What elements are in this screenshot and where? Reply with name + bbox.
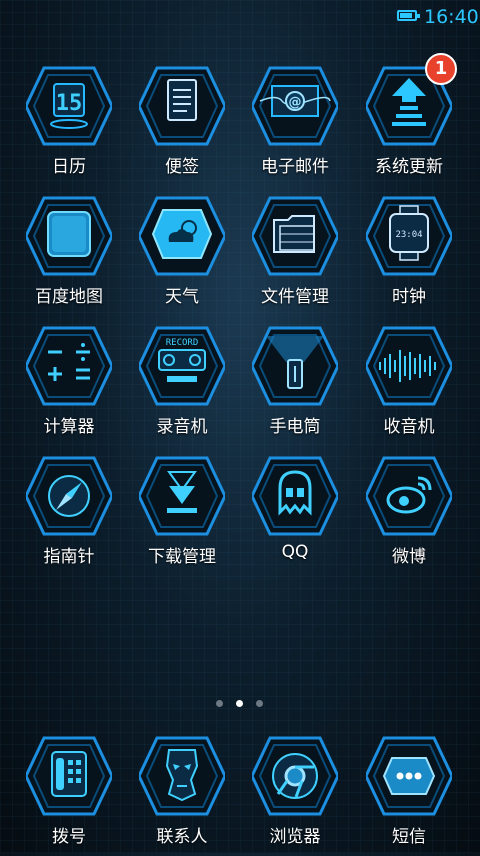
app-system-update[interactable]: 系统更新 bbox=[354, 66, 464, 186]
sms-icon bbox=[366, 736, 452, 816]
app-flashlight[interactable]: 手电筒 bbox=[240, 326, 350, 446]
app-map[interactable]: 百度地图 bbox=[14, 196, 124, 316]
weibo-icon bbox=[366, 456, 452, 536]
app-clock[interactable]: 23:04 时钟 bbox=[354, 196, 464, 316]
page-indicator bbox=[0, 698, 480, 710]
app-label: 文件管理 bbox=[261, 287, 329, 307]
app-qq[interactable]: QQ bbox=[240, 456, 350, 576]
calendar-icon: 15 bbox=[26, 66, 112, 146]
app-label: 日历 bbox=[52, 157, 86, 177]
app-label: 手电筒 bbox=[269, 417, 321, 437]
recorder-icon: RECORD bbox=[139, 326, 225, 406]
contacts-icon bbox=[139, 736, 225, 816]
browser-icon bbox=[252, 736, 338, 816]
app-label: 系统更新 bbox=[375, 157, 443, 177]
status-bar: 16:40 bbox=[0, 0, 480, 34]
flashlight-icon bbox=[252, 326, 338, 406]
app-radio[interactable]: 收音机 bbox=[354, 326, 464, 446]
dock-browser[interactable]: 浏览器 bbox=[240, 736, 350, 856]
svg-text:RECORD: RECORD bbox=[166, 338, 199, 348]
app-calculator[interactable]: 计算器 bbox=[14, 326, 124, 446]
app-weibo[interactable]: 微博 bbox=[354, 456, 464, 576]
app-label: 微博 bbox=[392, 547, 426, 567]
weather-icon bbox=[139, 196, 225, 276]
app-label: 拨号 bbox=[52, 827, 86, 847]
app-download-manager[interactable]: 下载管理 bbox=[127, 456, 237, 576]
app-label: 电子邮件 bbox=[261, 157, 329, 177]
app-weather[interactable]: 天气 bbox=[127, 196, 237, 316]
compass-icon bbox=[26, 456, 112, 536]
email-icon: @ bbox=[252, 66, 338, 146]
app-label: 短信 bbox=[392, 827, 426, 847]
dock-sms[interactable]: 短信 bbox=[354, 736, 464, 856]
svg-text:15: 15 bbox=[56, 91, 83, 116]
app-label: 浏览器 bbox=[269, 827, 321, 847]
page-dot-active[interactable] bbox=[236, 700, 243, 707]
page-dot[interactable] bbox=[216, 700, 223, 707]
status-time: 16:40 bbox=[424, 6, 479, 28]
clock-icon: 23:04 bbox=[366, 196, 452, 276]
app-label: 时钟 bbox=[392, 287, 426, 307]
radio-icon bbox=[366, 326, 452, 406]
app-label: 天气 bbox=[165, 287, 199, 307]
download-icon bbox=[139, 456, 225, 536]
app-email[interactable]: @ 电子邮件 bbox=[240, 66, 350, 186]
app-label: 收音机 bbox=[383, 417, 435, 437]
notes-icon bbox=[139, 66, 225, 146]
phone-icon bbox=[26, 736, 112, 816]
app-label: 计算器 bbox=[43, 417, 95, 437]
calculator-icon bbox=[26, 326, 112, 406]
app-label: 便签 bbox=[165, 157, 199, 177]
battery-icon bbox=[397, 10, 420, 21]
folder-icon bbox=[252, 196, 338, 276]
svg-text:@: @ bbox=[289, 95, 302, 110]
dock-contacts[interactable]: 联系人 bbox=[127, 736, 237, 856]
app-label: 录音机 bbox=[156, 417, 208, 437]
app-compass[interactable]: 指南针 bbox=[14, 456, 124, 576]
app-calendar[interactable]: 15 日历 bbox=[14, 66, 124, 186]
qq-icon bbox=[252, 456, 338, 536]
app-label: 联系人 bbox=[156, 827, 208, 847]
svg-text:23:04: 23:04 bbox=[395, 230, 422, 240]
app-recorder[interactable]: RECORD 录音机 bbox=[127, 326, 237, 446]
app-label: QQ bbox=[281, 542, 309, 562]
app-notes[interactable]: 便签 bbox=[127, 66, 237, 186]
app-label: 百度地图 bbox=[35, 287, 103, 307]
app-file-manager[interactable]: 文件管理 bbox=[240, 196, 350, 316]
update-badge: 1 bbox=[425, 53, 457, 85]
map-icon bbox=[26, 196, 112, 276]
dock-phone[interactable]: 拨号 bbox=[14, 736, 124, 856]
app-label: 指南针 bbox=[43, 547, 95, 567]
app-label: 下载管理 bbox=[148, 547, 216, 567]
page-dot[interactable] bbox=[256, 700, 263, 707]
